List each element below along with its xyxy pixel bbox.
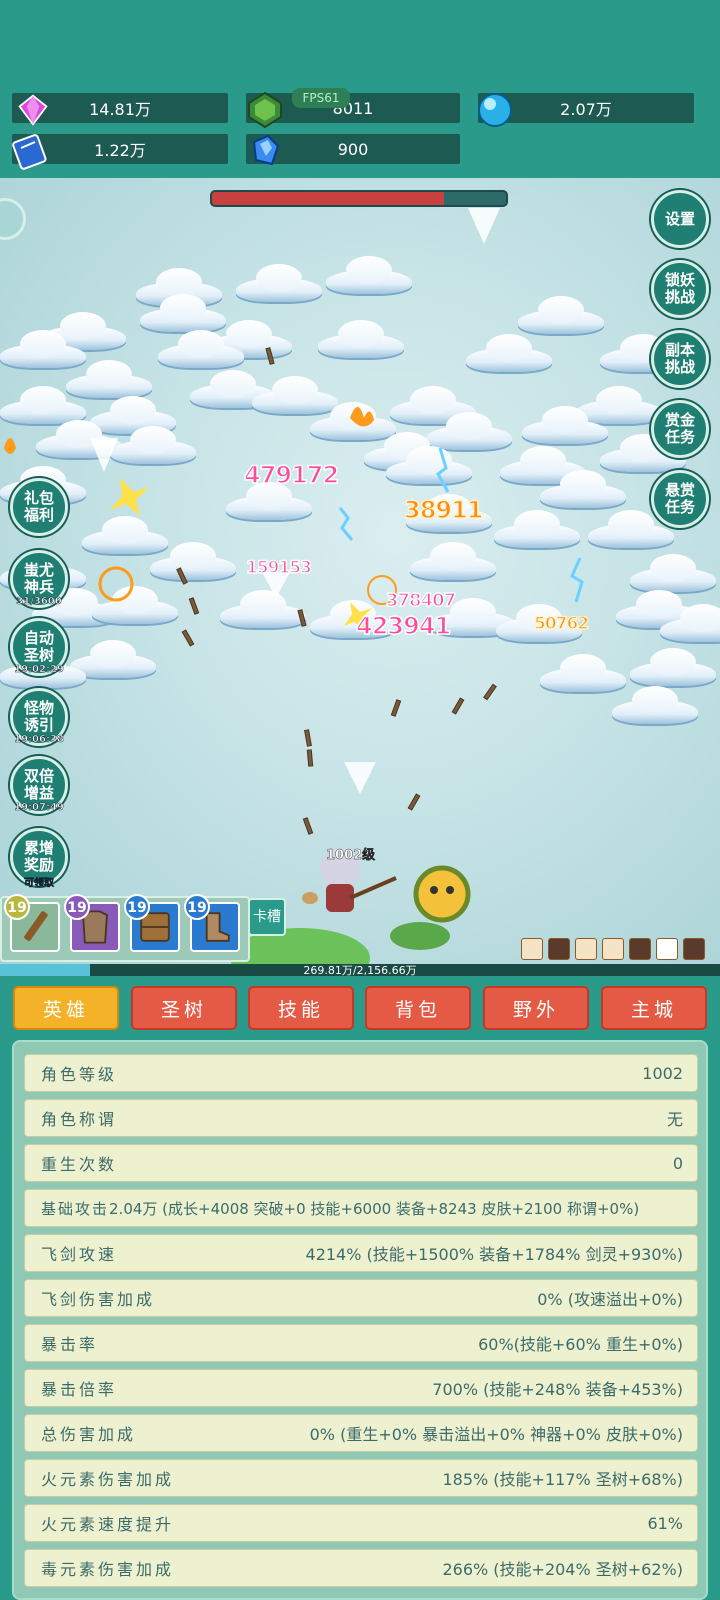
fps-counter: FPS61 <box>292 88 350 108</box>
auto-holy-tree-timer: 19:02:29 <box>14 664 64 676</box>
boss-hp-fill <box>212 192 445 205</box>
resource-value: 1.22万 <box>94 141 146 160</box>
damage-number: 38911 <box>403 495 484 525</box>
equip-level-badge: 19 <box>124 894 150 920</box>
equip-level-badge: 19 <box>64 894 90 920</box>
resource-book: 1.22万 <box>12 134 228 170</box>
resource-value: 14.81万 <box>89 100 151 119</box>
dungeon-challenge-button[interactable]: 副本 挑战 <box>651 330 709 388</box>
stat-row: 重生次数 0 <box>24 1144 698 1182</box>
resource-diamond: 14.81万 <box>12 93 228 126</box>
hero-stats-panel[interactable]: 角色等级 1002 角色称谓无 重生次数 0 基础攻击 2.04万 (成长+4008 … <box>12 1040 708 1600</box>
gift-welfare-button[interactable]: 礼包 福利 <box>10 478 68 536</box>
gem-green-icon <box>248 91 282 129</box>
stat-row: 火元素伤害加成 185% (技能+117% 圣树+68%) <box>24 1459 698 1497</box>
tab-skills[interactable]: 技能 <box>248 986 354 1030</box>
resource-value: 2.07万 <box>560 100 612 119</box>
cumulative-reward-status: 可领取 <box>24 878 55 890</box>
settings-button[interactable]: 设置 <box>651 190 709 248</box>
chiyou-weapon-timer: 31/3600 <box>16 596 62 608</box>
equip-level-badge: 19 <box>4 894 30 920</box>
player-level-label: 1002级 <box>326 848 376 863</box>
stat-row: 基础攻击 2.04万 (成长+4008 突破+0 技能+6000 装备+8243 … <box>24 1189 698 1227</box>
resource-value: 900 <box>337 139 369 159</box>
damage-number: 479172 <box>243 460 340 490</box>
equip-slot-boots[interactable]: 19 <box>184 894 240 952</box>
crystal-blue-icon <box>252 134 280 166</box>
equip-level-badge: 19 <box>184 894 210 920</box>
card-slot-button[interactable]: 卡槽 <box>248 898 286 936</box>
stat-row: 暴击率 60%(技能+60% 重生+0%) <box>24 1324 698 1362</box>
resource-green-crystal: 8011 <box>246 91 460 129</box>
sunflower-companion <box>390 865 471 950</box>
buff-icon <box>683 938 705 960</box>
reward-task-button[interactable]: 悬赏 任务 <box>651 470 709 528</box>
tab-hero[interactable]: 英雄 <box>13 986 119 1030</box>
buff-icon <box>521 938 543 960</box>
exp-bar: 269.81万/2,156.66万 <box>0 964 720 977</box>
damage-number: 159153 <box>245 557 312 579</box>
buff-icon <box>656 938 678 960</box>
stat-row: 火元素速度提升 61% <box>24 1504 698 1542</box>
resource-orb: 2.07万 <box>478 93 694 127</box>
orb-blue-icon <box>478 93 512 127</box>
resource-blue-crystal: 900 <box>246 134 460 166</box>
stat-row: 飞剑伤害加成 0% (攻速溢出+0%) <box>24 1279 698 1317</box>
monster-lure-timer: 19:06:38 <box>14 734 64 746</box>
exp-text: 269.81万/2,156.66万 <box>303 964 417 977</box>
damage-number: 423941 <box>355 611 452 641</box>
book-icon <box>12 134 47 170</box>
gem-purple-icon <box>18 94 48 126</box>
double-buff-timer: 19:07:49 <box>14 802 64 814</box>
stat-row: 角色等级 1002 <box>24 1054 698 1092</box>
equip-slot-armor[interactable]: 19 <box>64 894 120 952</box>
stat-row: 飞剑攻速 4214% (技能+1500% 装备+1784% 剑灵+930%) <box>24 1234 698 1272</box>
stat-row: 暴击倍率 700% (技能+248% 装备+453%) <box>24 1369 698 1407</box>
buff-icon <box>548 938 570 960</box>
boss-hp-bar <box>210 190 508 207</box>
bounty-task-button[interactable]: 赏金 任务 <box>651 400 709 458</box>
equip-slot-shield[interactable]: 19 <box>124 894 180 952</box>
tab-backpack[interactable]: 背包 <box>365 986 471 1030</box>
buff-icon <box>602 938 624 960</box>
stat-row: 总伤害加成 0% (重生+0% 暴击溢出+0% 神器+0% 皮肤+0%) <box>24 1414 698 1452</box>
buff-icon <box>575 938 597 960</box>
stat-row: 毒元素伤害加成 266% (技能+204% 圣树+62%) <box>24 1549 698 1587</box>
tab-holy-tree[interactable]: 圣树 <box>131 986 237 1030</box>
damage-number: 50762 <box>533 613 590 635</box>
buff-icon <box>629 938 651 960</box>
damage-number: 378407 <box>385 589 457 612</box>
tab-main-city[interactable]: 主城 <box>601 986 707 1030</box>
tab-wild[interactable]: 野外 <box>483 986 589 1030</box>
demon-lock-challenge-button[interactable]: 锁妖 挑战 <box>651 260 709 318</box>
equip-slot-weapon[interactable]: 19 <box>4 894 60 952</box>
stat-row: 角色称谓无 <box>24 1099 698 1137</box>
